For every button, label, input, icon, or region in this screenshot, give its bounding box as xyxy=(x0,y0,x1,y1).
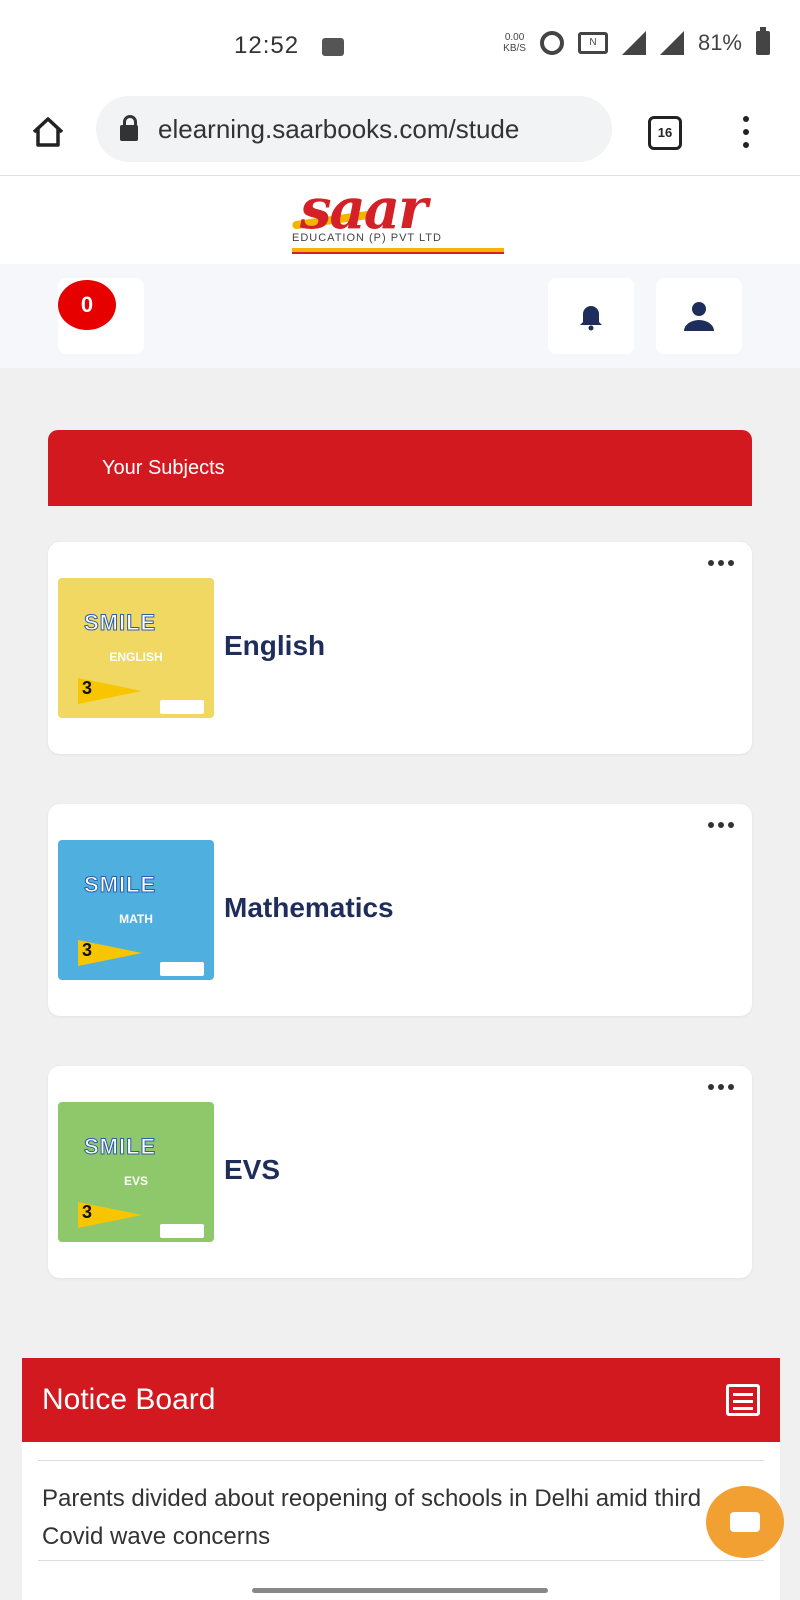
status-icons: 0.00 KB/S N 81% xyxy=(503,27,770,56)
profile-button[interactable] xyxy=(656,278,742,354)
more-options-icon[interactable] xyxy=(708,1084,734,1090)
cart-button[interactable]: 0 xyxy=(58,278,144,354)
signal-icon xyxy=(621,31,646,55)
divider xyxy=(38,1460,764,1461)
dot-icon xyxy=(743,128,749,135)
subject-cover-image: SMILE ENGLISH 3 xyxy=(58,578,214,718)
bell-icon xyxy=(580,306,602,331)
status-bar: 12:52 0.00 KB/S N 81% xyxy=(0,0,800,92)
address-bar[interactable]: elearning.saarbooks.com/stude xyxy=(96,96,612,162)
subject-name: Mathematics xyxy=(224,892,394,923)
cart-count-badge: 0 xyxy=(58,280,116,330)
gesture-bar xyxy=(252,1588,548,1593)
battery-icon xyxy=(756,27,770,55)
lock-icon xyxy=(120,115,138,141)
subject-cover-image: SMILE MATH 3 xyxy=(58,840,214,980)
subject-card-english[interactable]: SMILE ENGLISH 3 English xyxy=(48,542,752,754)
site-header: saar EDUCATION (P) PVT LTD xyxy=(0,176,800,264)
more-options-icon[interactable] xyxy=(708,822,734,828)
browser-toolbar: elearning.saarbooks.com/stude 16 xyxy=(0,92,800,176)
tab-switcher-button[interactable]: 16 xyxy=(648,116,682,150)
net-speed: 0.00 KB/S xyxy=(503,32,526,54)
wifi-signal-icon xyxy=(659,31,684,55)
notice-board-list: Parents divided about reopening of schoo… xyxy=(22,1442,780,1600)
subject-card-evs[interactable]: SMILE EVS 3 EVS xyxy=(48,1066,752,1278)
chat-button[interactable] xyxy=(706,1486,784,1558)
saar-logo[interactable]: saar EDUCATION (P) PVT LTD xyxy=(291,176,510,258)
subject-name: English xyxy=(224,630,326,661)
notice-board-title: Notice Board xyxy=(42,1383,216,1416)
list-icon[interactable] xyxy=(726,1384,760,1416)
status-time: 12:52 xyxy=(234,32,300,59)
home-icon xyxy=(32,117,64,147)
subject-card-mathematics[interactable]: SMILE MATH 3 Mathematics xyxy=(48,804,752,1016)
subject-name: EVS xyxy=(224,1154,281,1185)
url-text: elearning.saarbooks.com/stude xyxy=(158,113,520,144)
alarm-icon xyxy=(539,31,564,55)
more-options-icon[interactable] xyxy=(708,560,734,566)
divider xyxy=(38,1560,764,1561)
logo-tagline: EDUCATION (P) PVT LTD xyxy=(292,232,442,244)
nfc-icon: N xyxy=(577,32,608,54)
subjects-header: Your Subjects xyxy=(48,430,752,506)
dot-icon xyxy=(743,115,749,122)
dot-icon xyxy=(743,142,749,149)
top-nav: 0 xyxy=(0,264,800,368)
gallery-icon xyxy=(322,38,344,56)
battery-percent: 81% xyxy=(697,30,742,55)
subject-cover-image: SMILE EVS 3 xyxy=(58,1102,214,1242)
notice-board-header: Notice Board xyxy=(22,1358,780,1442)
logo-underline-red xyxy=(292,252,504,254)
home-button[interactable] xyxy=(26,110,70,154)
notifications-button[interactable] xyxy=(548,278,634,354)
notice-item[interactable]: Parents divided about reopening of schoo… xyxy=(42,1480,742,1556)
user-icon xyxy=(684,302,714,331)
browser-menu-button[interactable] xyxy=(736,112,756,152)
